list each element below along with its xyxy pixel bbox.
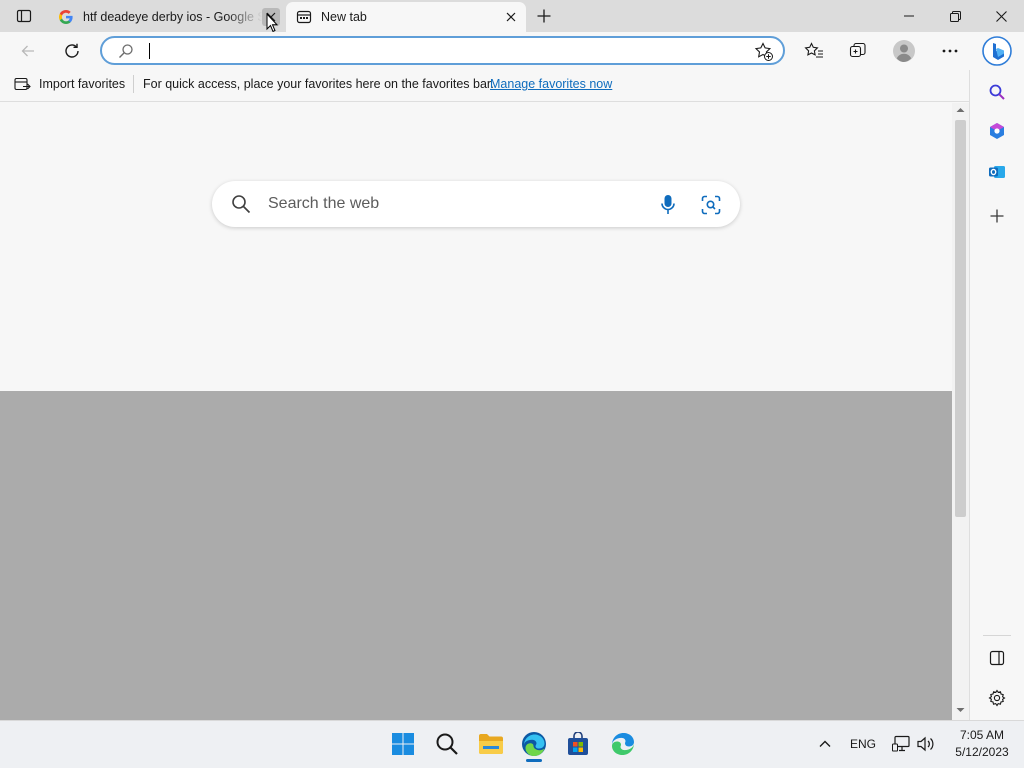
tab-actions-icon (16, 9, 32, 23)
sidebar-add-button[interactable] (983, 202, 1011, 230)
favorites-icon (804, 42, 823, 58)
tab-close-button[interactable] (502, 8, 520, 26)
text-caret (149, 43, 150, 59)
edge-taskbar-button[interactable] (516, 726, 552, 762)
file-explorer-icon (479, 734, 503, 754)
sidebar-item-outlook[interactable] (983, 158, 1011, 186)
edge-beta-icon (612, 733, 634, 755)
search-icon (436, 733, 458, 755)
close-icon (506, 12, 516, 22)
settings-icon (988, 689, 1006, 707)
collections-button[interactable] (843, 36, 873, 66)
start-button[interactable] (385, 726, 421, 762)
sidebar-item-search[interactable] (983, 78, 1011, 106)
scroll-down-icon[interactable] (955, 706, 966, 714)
profile-button[interactable] (889, 36, 919, 66)
edge-icon (522, 732, 546, 756)
refresh-icon (65, 43, 79, 58)
new-tab-page (0, 103, 952, 391)
more-icon (942, 49, 958, 53)
active-app-indicator (526, 759, 542, 762)
minimize-button[interactable] (886, 0, 932, 32)
favorites-button[interactable] (799, 36, 829, 66)
tab-google-search[interactable]: htf deadeye derby ios - Google S (48, 2, 286, 32)
page-loading-area (0, 391, 952, 720)
restore-button[interactable] (932, 0, 978, 32)
avatar-icon (893, 40, 915, 62)
edge-beta-button[interactable] (605, 726, 641, 762)
web-search-input[interactable] (268, 194, 628, 214)
clock-time[interactable]: 7:05 AM (940, 728, 1024, 742)
tab-title: htf deadeye derby ios - Google S (83, 10, 262, 24)
sidebar-divider (983, 635, 1011, 636)
tab-actions-button[interactable] (8, 4, 40, 28)
manage-favorites-link[interactable]: Manage favorites now (490, 77, 612, 91)
address-bar[interactable] (100, 36, 785, 65)
new-tab-button[interactable] (530, 4, 558, 28)
web-search-box[interactable] (212, 181, 740, 227)
windows-start-icon (392, 733, 414, 755)
import-favorites-label: Import favorites (39, 77, 126, 91)
favorites-bar-divider (133, 75, 134, 93)
visual-search-icon (701, 195, 721, 215)
split-screen-icon (989, 650, 1005, 666)
visual-search-button[interactable] (698, 192, 724, 218)
search-icon (989, 84, 1005, 100)
import-favorites-icon (14, 77, 31, 91)
add-favorite-icon[interactable] (754, 42, 774, 62)
tab-title: New tab (321, 10, 367, 24)
scrollbar-thumb[interactable] (955, 120, 966, 517)
minimize-icon (904, 15, 914, 17)
restore-icon (949, 10, 961, 22)
back-arrow-icon (21, 45, 34, 57)
back-button[interactable] (13, 36, 43, 66)
close-window-button[interactable] (978, 0, 1024, 32)
voice-search-button[interactable] (655, 192, 681, 218)
favorites-bar-hint: For quick access, place your favorites h… (143, 77, 494, 91)
google-icon (59, 10, 73, 24)
collections-icon (849, 42, 866, 58)
close-icon (995, 10, 1007, 22)
microsoft-store-button[interactable] (560, 726, 596, 762)
sidebar-split-screen-button[interactable] (983, 644, 1011, 672)
address-input[interactable] (156, 41, 736, 61)
copilot-icon (990, 123, 1004, 139)
import-favorites-button[interactable]: Import favorites (14, 75, 125, 93)
plus-icon (537, 9, 551, 23)
volume-icon[interactable] (916, 735, 936, 753)
network-icon[interactable] (892, 735, 912, 753)
settings-and-more-button[interactable] (935, 36, 965, 66)
taskbar-search-button[interactable] (429, 726, 465, 762)
input-language-indicator[interactable]: ENG (850, 737, 876, 751)
refresh-button[interactable] (57, 36, 87, 66)
tab-new-tab[interactable]: New tab (286, 2, 526, 32)
clock-date[interactable]: 5/12/2023 (940, 745, 1024, 759)
search-icon (232, 195, 251, 214)
microphone-icon (661, 195, 675, 214)
scroll-up-icon[interactable] (955, 106, 966, 114)
sidebar-settings-button[interactable] (983, 684, 1011, 712)
chevron-up-icon[interactable] (816, 735, 834, 753)
microsoft-store-icon (568, 732, 588, 755)
file-explorer-button[interactable] (473, 726, 509, 762)
outlook-icon (989, 166, 1005, 178)
bing-chat-button[interactable] (980, 34, 1014, 68)
mouse-cursor-icon (266, 13, 278, 33)
new-tab-page-icon (296, 10, 312, 24)
sidebar-item-copilot[interactable] (983, 117, 1011, 145)
search-icon (119, 44, 133, 58)
add-icon (990, 209, 1004, 223)
bing-icon (982, 36, 1012, 66)
